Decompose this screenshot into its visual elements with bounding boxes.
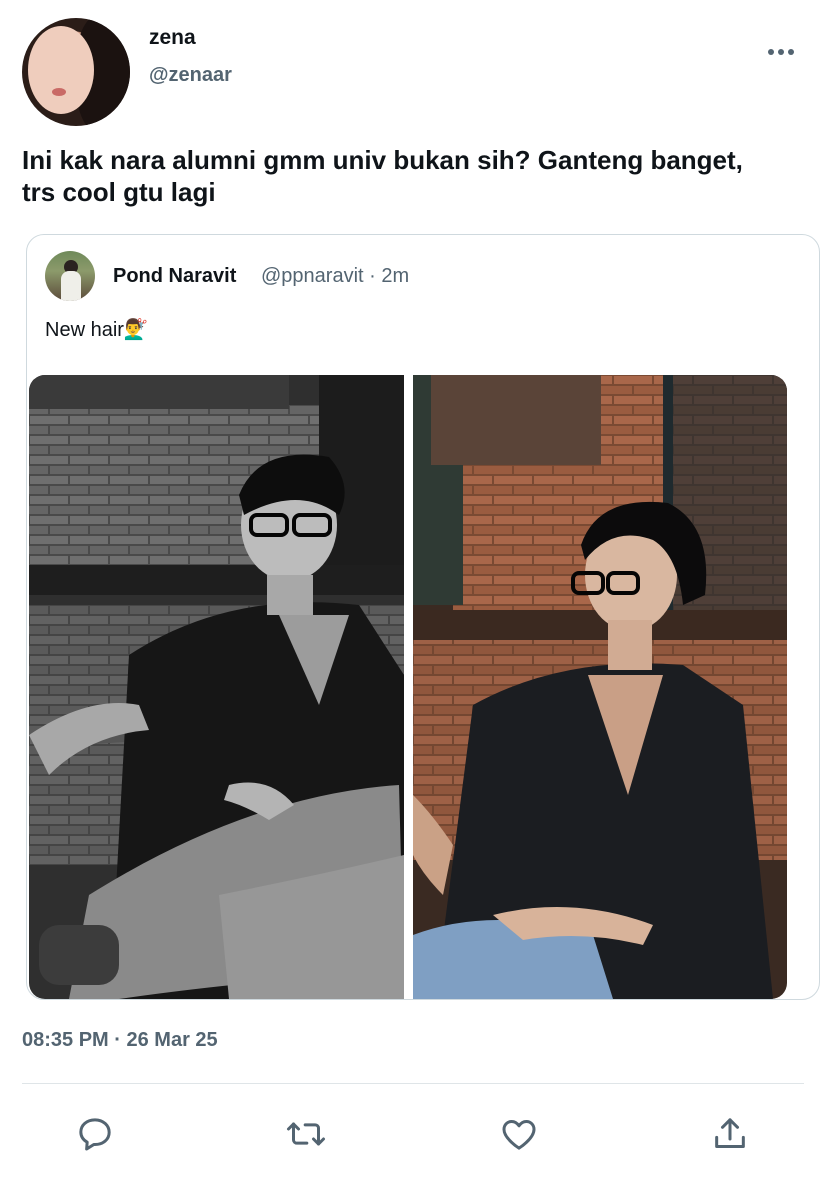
quoted-photo-2[interactable] [413,375,787,999]
quoted-photo-1[interactable] [29,375,404,999]
author-name[interactable]: zena [149,26,196,50]
quoted-author-avatar[interactable] [45,251,95,301]
quoted-author-name[interactable]: Pond Naravit [113,265,236,288]
author-handle[interactable]: @zenaar [149,64,232,87]
quoted-author-meta: @ppnaravit · 2m [261,265,410,287]
retweet-icon[interactable] [284,1112,328,1156]
tweet-text: Ini kak nara alumni gmm univ bukan sih? … [22,145,743,207]
reply-icon[interactable] [73,1112,117,1156]
quoted-tweet-text: New hair💇‍♂️ [45,319,149,341]
divider [22,1083,804,1084]
more-options-icon[interactable] [764,40,798,64]
heart-icon[interactable] [497,1112,541,1156]
author-avatar[interactable] [22,18,130,126]
tweet-timestamp[interactable]: 08:35 PM · 26 Mar 25 [22,1029,218,1052]
share-icon[interactable] [708,1112,752,1156]
quoted-tweet[interactable]: Pond Naravit @ppnaravit · 2m New hair💇‍♂… [26,234,820,1000]
